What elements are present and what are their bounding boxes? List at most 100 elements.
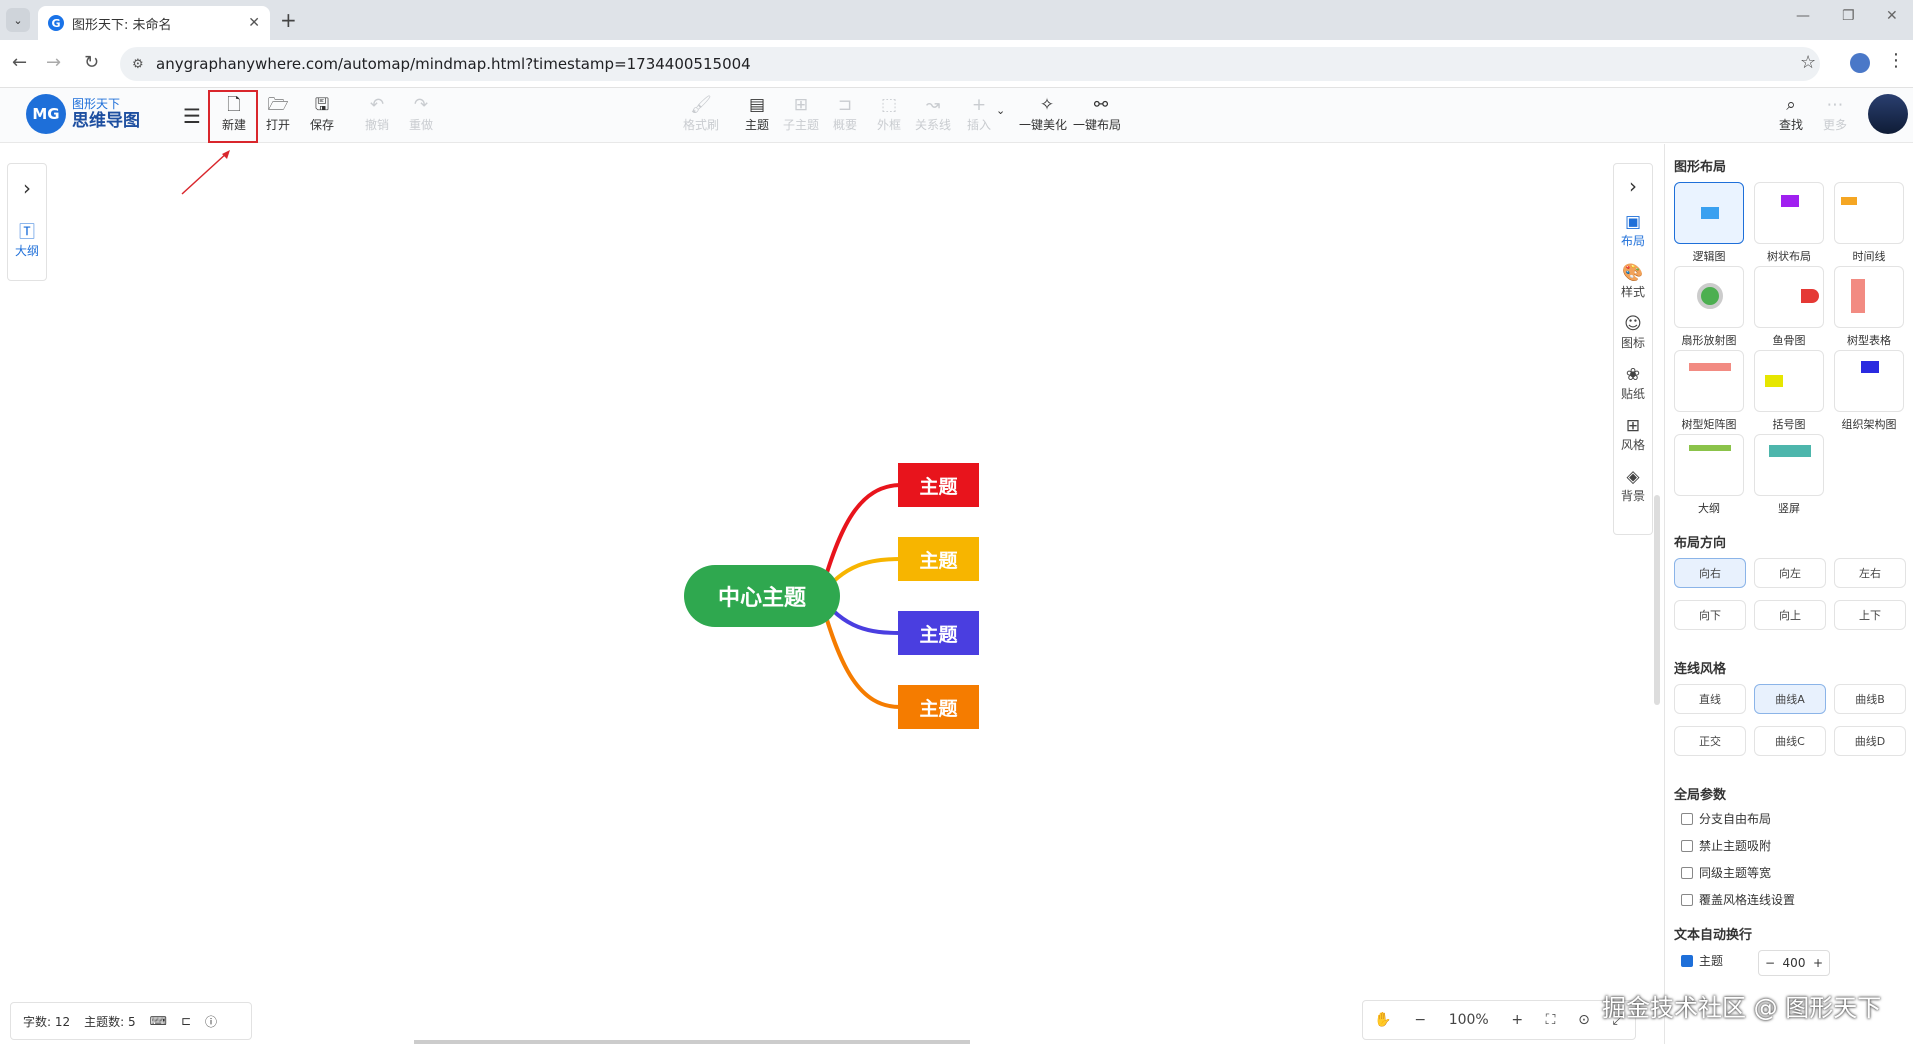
status-bar: 字数: 12 主题数: 5 ⌨ ⊏ ⓘ (10, 1002, 252, 1040)
wrap-topic-option[interactable]: 主题 (1681, 952, 1723, 969)
redo-icon: ↷ (413, 95, 429, 115)
layout-option-outline[interactable]: 大纲 (1674, 434, 1744, 516)
line-curve-c-button[interactable]: 曲线C (1754, 726, 1826, 756)
collapse-chevron-icon[interactable]: › (1614, 174, 1652, 198)
direction-updown-button[interactable]: 上下 (1834, 600, 1906, 630)
layout-option-timeline[interactable]: 时间线 (1834, 182, 1904, 264)
horizontal-scrollbar[interactable] (414, 1040, 970, 1044)
beautify-button[interactable]: ✧ 一键美化 (1019, 94, 1067, 133)
locate-icon[interactable]: ⊙ (1578, 1012, 1590, 1028)
layout-option-bracket[interactable]: 括号图 (1754, 350, 1824, 432)
line-curve-d-button[interactable]: 曲线D (1834, 726, 1906, 756)
minimize-icon[interactable]: — (1796, 8, 1810, 24)
forward-icon[interactable]: → (46, 52, 61, 73)
line-curve-a-button[interactable]: 曲线A (1754, 684, 1826, 714)
summary-icon: ⊐ (837, 95, 853, 115)
line-straight-button[interactable]: 直线 (1674, 684, 1746, 714)
restore-icon[interactable]: ❐ (1842, 8, 1855, 24)
line-curve-b-button[interactable]: 曲线B (1834, 684, 1906, 714)
chevron-down-icon[interactable]: ⌄ (996, 104, 1005, 117)
tab-list-button[interactable]: ⌄ (6, 8, 30, 32)
plus-icon[interactable]: + (1813, 956, 1823, 970)
outline-view-icon[interactable]: ⊏ (181, 1014, 191, 1028)
back-icon[interactable]: ← (12, 52, 27, 73)
direction-both-button[interactable]: 左右 (1834, 558, 1906, 588)
layout-panel-icon: ▣ (1624, 212, 1642, 232)
topic-node-1[interactable]: 主题 (898, 463, 979, 507)
keyboard-icon[interactable]: ⌨ (150, 1014, 167, 1028)
add-topic-button[interactable]: ▤ 主题 (737, 94, 777, 133)
auto-layout-button[interactable]: ⚯ 一键布局 (1073, 94, 1121, 133)
close-window-icon[interactable]: ✕ (1886, 8, 1898, 24)
topic-node-3[interactable]: 主题 (898, 611, 979, 655)
layers-icon: ◈ (1626, 467, 1640, 487)
url-field[interactable]: ⚙ anygraphanywhere.com/automap/mindmap.h… (120, 47, 1820, 81)
wrap-width-stepper[interactable]: − 400 + (1758, 950, 1830, 976)
topic-count: 主题数: 5 (84, 1014, 136, 1029)
checkbox[interactable] (1681, 866, 1693, 879)
direction-down-button[interactable]: 向下 (1674, 600, 1746, 630)
undo-button[interactable]: ↶ 撤销 (357, 94, 397, 133)
layout-option-radial[interactable]: 扇形放射图 (1674, 266, 1744, 348)
redo-button[interactable]: ↷ 重做 (401, 94, 441, 133)
save-button[interactable]: 🖫 保存 (302, 94, 342, 133)
layout-option-vertical[interactable]: 竖屏 (1754, 434, 1824, 516)
checkbox[interactable] (1681, 839, 1693, 852)
topic-node-2[interactable]: 主题 (898, 537, 979, 581)
hand-tool-icon[interactable]: ✋ (1374, 1012, 1391, 1028)
new-tab-button[interactable]: + (280, 8, 297, 32)
summary-button[interactable]: ⊐ 概要 (825, 94, 865, 133)
bookmark-star-icon[interactable]: ☆ (1800, 52, 1816, 73)
checkbox[interactable] (1681, 812, 1693, 825)
direction-left-button[interactable]: 向左 (1754, 558, 1826, 588)
central-topic-node[interactable]: 中心主题 (684, 565, 840, 627)
layout-option-fishbone[interactable]: 鱼骨图 (1754, 266, 1824, 348)
browser-menu-icon[interactable]: ⋮ (1887, 50, 1905, 71)
menu-icon[interactable]: ☰ (183, 104, 201, 128)
fit-screen-icon[interactable]: ⛶ (1546, 1012, 1556, 1028)
relation-button[interactable]: ↝ 关系线 (913, 94, 953, 133)
option-equal-width[interactable]: 同级主题等宽 (1681, 864, 1771, 881)
tab-icons[interactable]: ☺ 图标 (1614, 314, 1652, 351)
minus-icon[interactable]: − (1765, 956, 1775, 970)
vertical-scrollbar[interactable] (1654, 495, 1660, 705)
info-icon[interactable]: ⓘ (205, 1013, 217, 1030)
search-button[interactable]: ⌕ 查找 (1771, 94, 1811, 133)
profile-icon[interactable] (1850, 53, 1870, 73)
open-button[interactable]: 🗁 打开 (258, 94, 298, 133)
option-no-snap[interactable]: 禁止主题吸附 (1681, 837, 1771, 854)
layout-option-tree-table[interactable]: 树型表格 (1834, 266, 1904, 348)
zoom-level[interactable]: 100% (1449, 1012, 1489, 1028)
close-tab-icon[interactable]: ✕ (248, 15, 260, 31)
tab-style[interactable]: 🎨 样式 (1614, 263, 1652, 300)
direction-up-button[interactable]: 向上 (1754, 600, 1826, 630)
property-panel: 图形布局 逻辑图 树状布局 时间线 扇形放射图 鱼骨图 树型表格 树型矩阵图 括… (1664, 144, 1913, 1044)
layout-option-org[interactable]: 组织架构图 (1834, 350, 1904, 432)
tab-layout[interactable]: ▣ 布局 (1614, 212, 1652, 249)
layout-option-logic[interactable]: 逻辑图 (1674, 182, 1744, 264)
layout-option-tree[interactable]: 树状布局 (1754, 182, 1824, 264)
checkbox[interactable] (1681, 893, 1693, 906)
more-button[interactable]: ⋯ 更多 (1815, 94, 1855, 133)
user-avatar[interactable] (1868, 94, 1908, 134)
topic-node-4[interactable]: 主题 (898, 685, 979, 729)
insert-button[interactable]: + 插入 (959, 94, 999, 133)
zoom-in-icon[interactable]: + (1511, 1012, 1523, 1028)
reload-icon[interactable]: ↻ (84, 52, 99, 73)
tab-theme[interactable]: ⊞ 风格 (1614, 416, 1652, 453)
tab-stickers[interactable]: ❀ 贴纸 (1614, 365, 1652, 402)
option-override-lines[interactable]: 覆盖风格连线设置 (1681, 891, 1795, 908)
zoom-out-icon[interactable]: − (1414, 1012, 1426, 1028)
format-painter-button[interactable]: 🖌 格式刷 (681, 94, 721, 133)
add-subtopic-button[interactable]: ⊞ 子主题 (781, 94, 821, 133)
site-info-icon[interactable]: ⚙ (132, 57, 144, 72)
checkbox-checked[interactable] (1681, 954, 1693, 967)
browser-tab[interactable]: G 图形天下: 未命名 ✕ (38, 6, 270, 40)
direction-section-title: 布局方向 (1674, 536, 1727, 551)
boundary-button[interactable]: ⬚ 外框 (869, 94, 909, 133)
line-orthogonal-button[interactable]: 正交 (1674, 726, 1746, 756)
direction-right-button[interactable]: 向右 (1674, 558, 1746, 588)
layout-option-tree-matrix[interactable]: 树型矩阵图 (1674, 350, 1744, 432)
tab-background[interactable]: ◈ 背景 (1614, 467, 1652, 504)
option-free-layout[interactable]: 分支自由布局 (1681, 810, 1771, 827)
